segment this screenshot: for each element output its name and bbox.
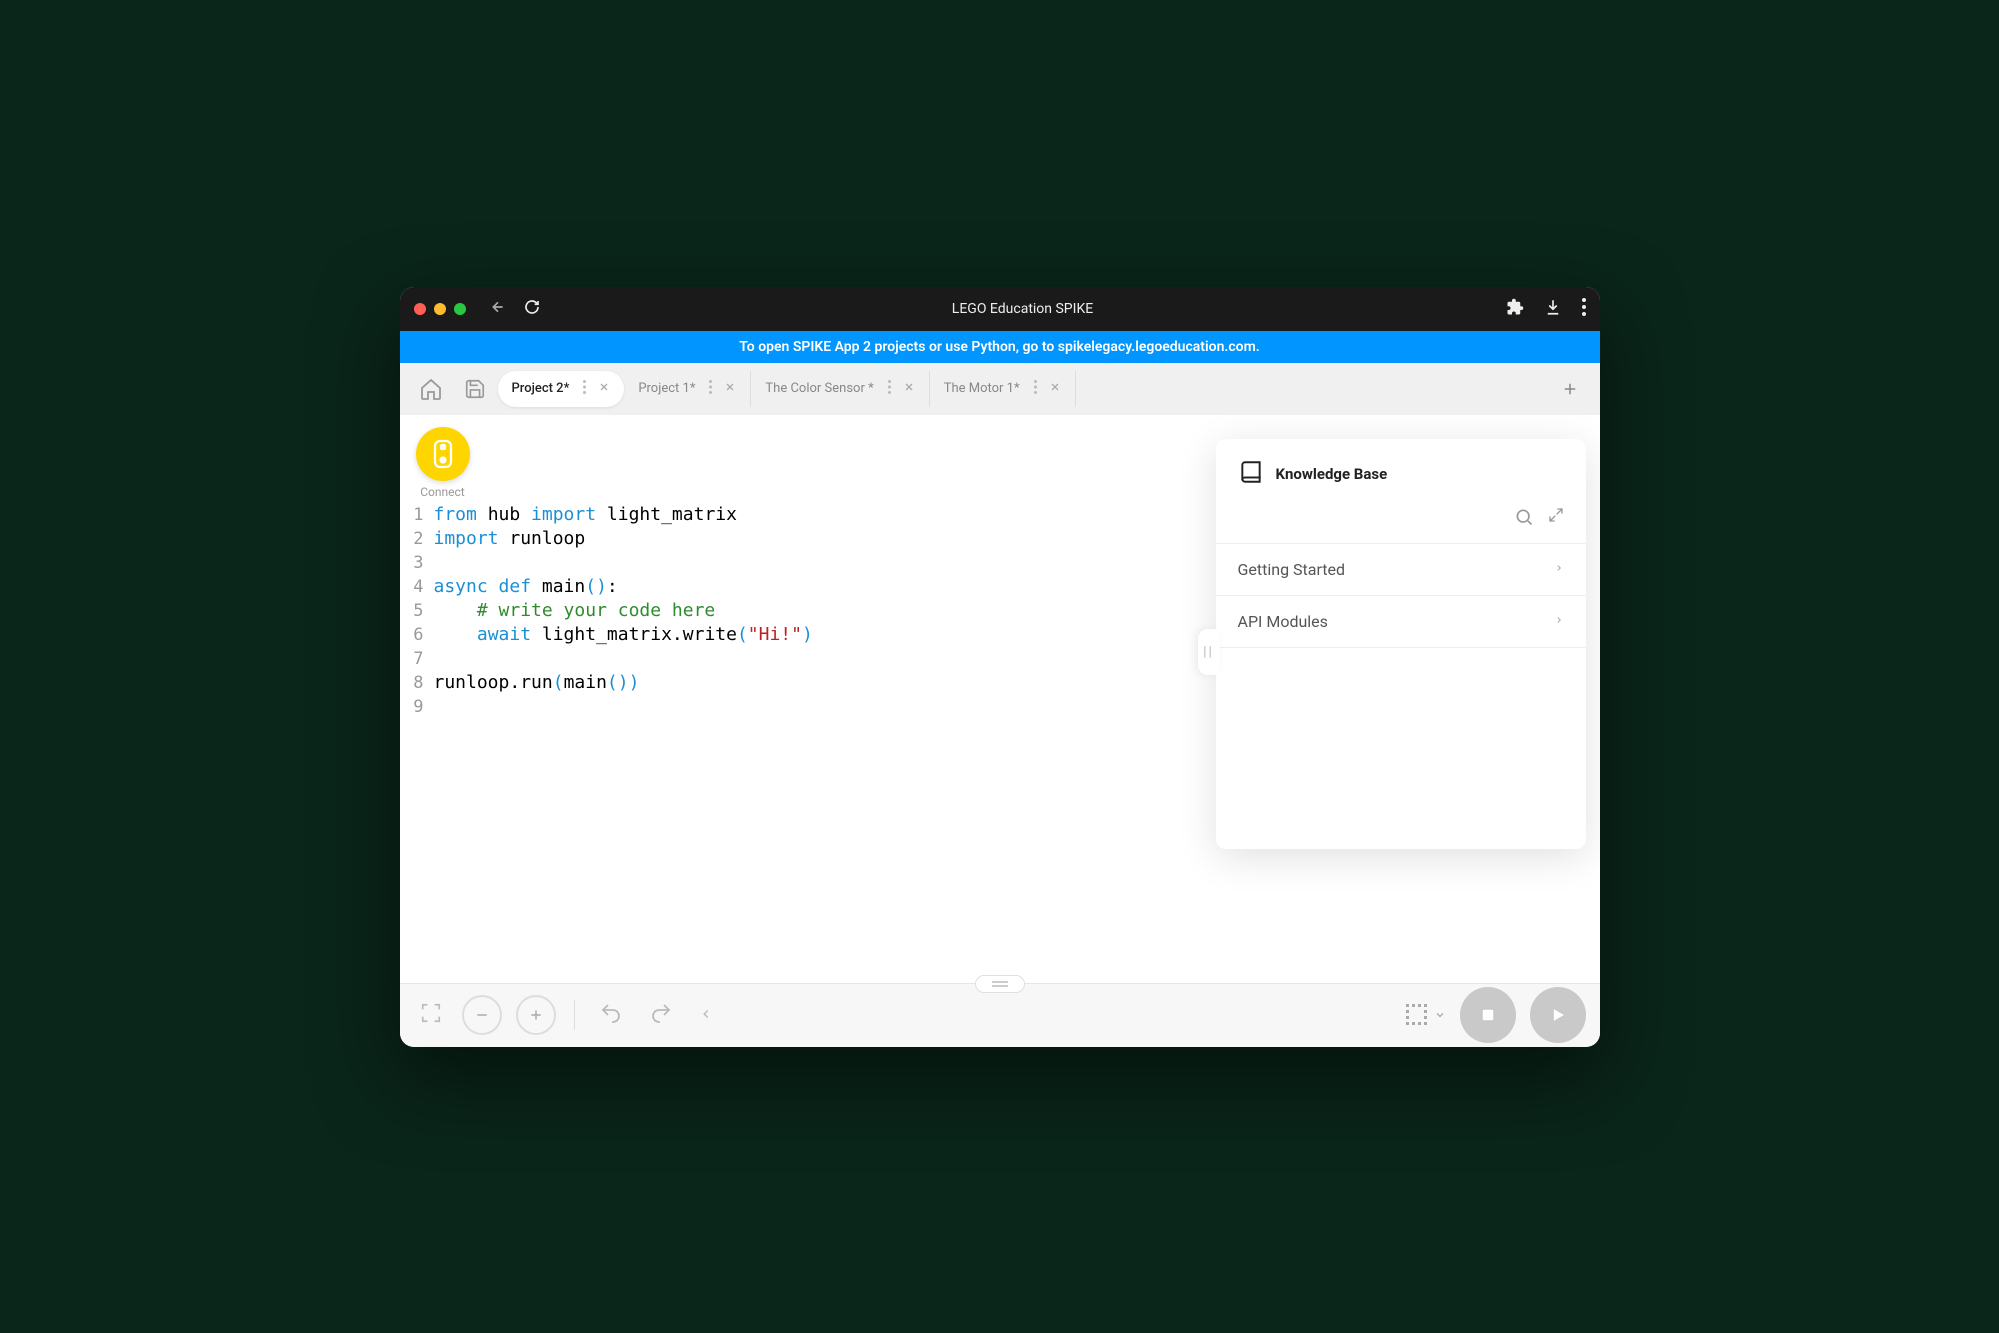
- tab-label: Project 2*: [512, 381, 570, 396]
- fullscreen-icon[interactable]: [414, 996, 448, 1034]
- stop-button[interactable]: [1460, 987, 1516, 1043]
- play-button[interactable]: [1530, 987, 1586, 1043]
- back-icon[interactable]: [490, 299, 506, 319]
- tab-menu-icon[interactable]: [1034, 380, 1037, 398]
- line-number: 4: [400, 575, 434, 599]
- tab-label: Project 1*: [638, 381, 695, 396]
- tab-1[interactable]: Project 1*: [624, 371, 751, 407]
- expand-panel-icon[interactable]: [1548, 507, 1564, 531]
- book-icon: [1238, 459, 1264, 489]
- knowledge-base-panel: || Knowledge Base Getting StartedAPI Mod…: [1216, 439, 1586, 849]
- info-banner: To open SPIKE App 2 projects or use Pyth…: [400, 331, 1600, 363]
- window-close[interactable]: [414, 303, 426, 315]
- tab-label: The Motor 1*: [944, 381, 1020, 396]
- tab-close-icon[interactable]: [1049, 381, 1061, 397]
- tab-close-icon[interactable]: [724, 381, 736, 397]
- tab-0[interactable]: Project 2*: [498, 371, 625, 407]
- code-content[interactable]: await light_matrix.write("Hi!"): [434, 623, 813, 647]
- window-minimize[interactable]: [434, 303, 446, 315]
- kb-item-1[interactable]: API Modules: [1216, 596, 1586, 648]
- redo-button[interactable]: [643, 995, 679, 1035]
- connect-label: Connect: [416, 485, 470, 499]
- home-button[interactable]: [410, 368, 452, 410]
- slot-selector[interactable]: [1404, 1002, 1446, 1028]
- connect-hub-button[interactable]: [416, 427, 470, 481]
- tab-label: The Color Sensor *: [765, 381, 873, 396]
- tabbar: Project 2* Project 1* The Color Sensor * Th…: [400, 363, 1600, 415]
- step-back-button[interactable]: [693, 1000, 719, 1031]
- code-content[interactable]: from hub import light_matrix: [434, 503, 737, 527]
- tab-menu-icon[interactable]: [583, 380, 586, 398]
- tab-2[interactable]: The Color Sensor *: [751, 371, 929, 407]
- zoom-out-button[interactable]: [462, 995, 502, 1035]
- kb-item-label: API Modules: [1238, 612, 1328, 631]
- code-content[interactable]: runloop.run(main()): [434, 671, 640, 695]
- chevron-right-icon: [1554, 560, 1564, 579]
- kb-item-0[interactable]: Getting Started: [1216, 544, 1586, 596]
- line-number: 3: [400, 551, 434, 575]
- code-content[interactable]: import runloop: [434, 527, 586, 551]
- tab-close-icon[interactable]: [598, 381, 610, 397]
- extension-icon[interactable]: [1506, 298, 1524, 320]
- kb-item-label: Getting Started: [1238, 560, 1346, 579]
- window-controls: [414, 303, 466, 315]
- tab-close-icon[interactable]: [903, 381, 915, 397]
- titlebar: LEGO Education SPIKE: [400, 287, 1600, 331]
- zoom-in-button[interactable]: [516, 995, 556, 1035]
- line-number: 6: [400, 623, 434, 647]
- console-drag-handle[interactable]: [975, 975, 1025, 993]
- tab-menu-icon[interactable]: [888, 380, 891, 398]
- panel-collapse-handle[interactable]: ||: [1198, 629, 1220, 675]
- line-number: 7: [400, 647, 434, 671]
- window-title: LEGO Education SPIKE: [540, 301, 1506, 317]
- menu-icon[interactable]: [1582, 298, 1586, 320]
- code-content[interactable]: async def main():: [434, 575, 618, 599]
- line-number: 1: [400, 503, 434, 527]
- code-content[interactable]: # write your code here: [434, 599, 716, 623]
- bottom-toolbar: [400, 983, 1600, 1047]
- main-area: Connect 1from hub import light_matrix2im…: [400, 415, 1600, 983]
- chevron-right-icon: [1554, 612, 1564, 631]
- add-tab-button[interactable]: [1550, 380, 1590, 398]
- line-number: 9: [400, 695, 434, 719]
- tab-menu-icon[interactable]: [709, 380, 712, 398]
- line-number: 5: [400, 599, 434, 623]
- download-icon[interactable]: [1544, 298, 1562, 320]
- undo-button[interactable]: [593, 995, 629, 1035]
- line-number: 2: [400, 527, 434, 551]
- chevron-down-icon: [1434, 1006, 1446, 1025]
- search-icon[interactable]: [1514, 507, 1534, 531]
- save-button[interactable]: [454, 368, 496, 410]
- app-window: LEGO Education SPIKE To open SPIKE App 2…: [400, 287, 1600, 1047]
- window-zoom[interactable]: [454, 303, 466, 315]
- tab-3[interactable]: The Motor 1*: [930, 371, 1076, 407]
- line-number: 8: [400, 671, 434, 695]
- reload-icon[interactable]: [524, 299, 540, 319]
- knowledge-base-title: Knowledge Base: [1276, 465, 1388, 483]
